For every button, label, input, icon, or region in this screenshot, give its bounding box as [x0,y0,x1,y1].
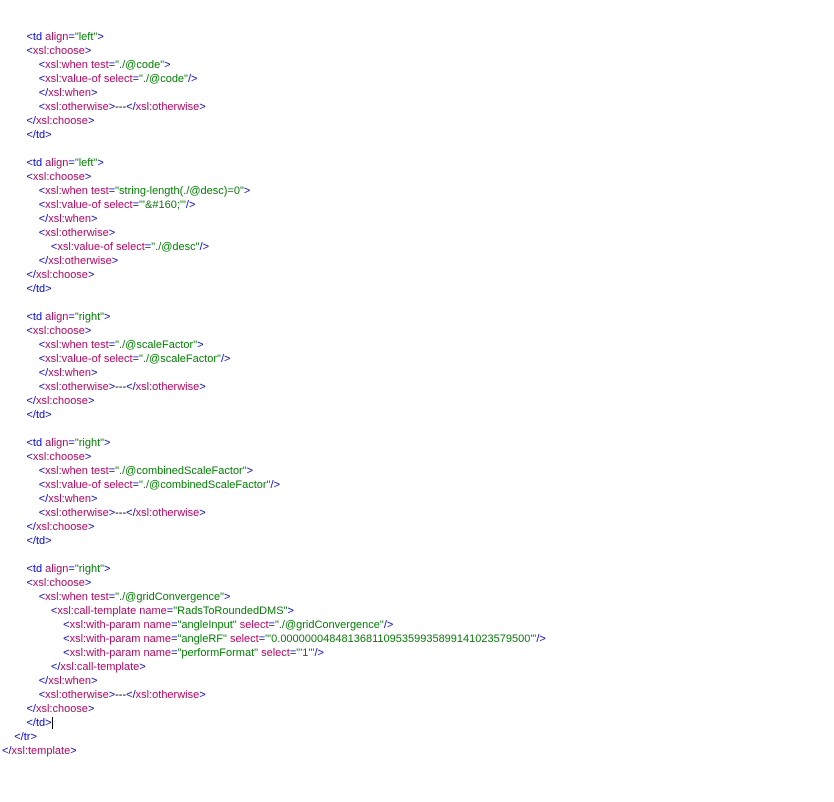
code-block: <td align="left"> <xsl:choose> <xsl:when… [2,30,832,758]
